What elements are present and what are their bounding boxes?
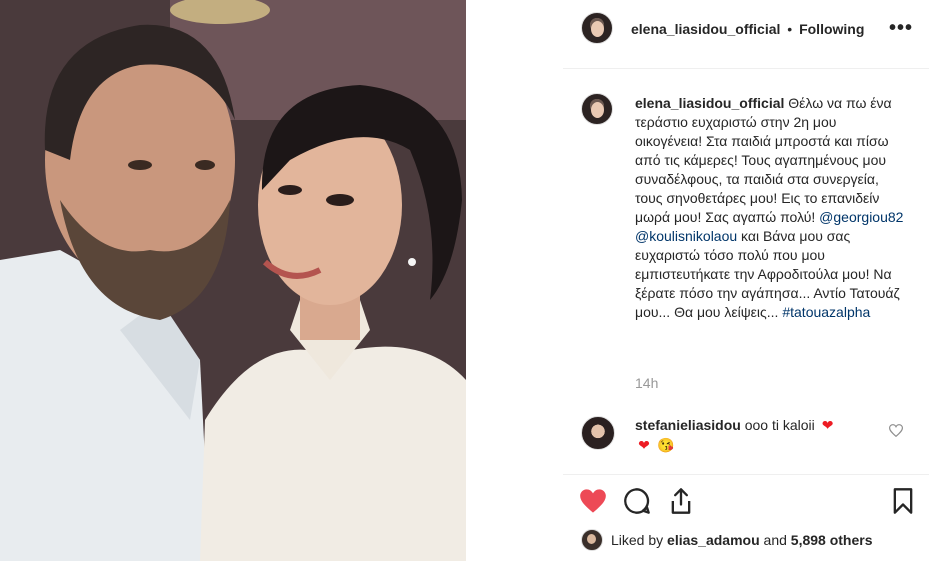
- caption-avatar[interactable]: [581, 93, 613, 125]
- author-avatar[interactable]: [581, 12, 613, 44]
- caption: elena_liasidou_official Θέλω να πω ένα τ…: [635, 94, 905, 322]
- heart-filled-icon[interactable]: [579, 487, 607, 515]
- bookmark-icon[interactable]: [889, 487, 917, 515]
- separator-dot: •: [787, 21, 793, 37]
- header-text: elena_liasidou_official • Following: [631, 21, 864, 37]
- mention-georgiou82[interactable]: @georgiou82: [819, 209, 903, 225]
- comment: stefanieliasidou οοο ti kaloii ❤ ❤ 😘: [635, 415, 875, 455]
- liked-by-prefix: Liked by: [611, 532, 664, 548]
- action-bar: Liked by elias_adamou and 5,898 others: [563, 474, 929, 562]
- post-header: elena_liasidou_official • Following •••: [563, 0, 929, 69]
- caption-username[interactable]: elena_liasidou_official: [635, 95, 784, 111]
- share-icon[interactable]: [667, 487, 695, 515]
- comment-like-heart-icon[interactable]: [889, 424, 903, 437]
- red-heart-emoji-2: ❤: [638, 437, 650, 453]
- liker-avatar[interactable]: [581, 529, 603, 551]
- comment-icon[interactable]: [623, 487, 651, 515]
- couple-photo-illustration: [0, 0, 466, 561]
- post-sidebar: elena_liasidou_official • Following ••• …: [563, 0, 929, 561]
- commenter-username[interactable]: stefanieliasidou: [635, 417, 741, 433]
- mention-koulisnikolaou[interactable]: @koulisnikolaou: [635, 228, 737, 244]
- kiss-emoji: 😘: [657, 437, 675, 453]
- post-photo[interactable]: [0, 0, 466, 561]
- caption-text: Θέλω να πω ένα τεράστιο ευχαριστώ στην 2…: [635, 95, 892, 225]
- hashtag-link[interactable]: #tatouazalpha: [782, 304, 870, 320]
- more-options-icon[interactable]: •••: [889, 18, 913, 38]
- comment-text: οοο ti kaloii: [744, 417, 815, 433]
- post-timestamp[interactable]: 14h: [635, 375, 658, 391]
- likes-count[interactable]: 5,898 others: [791, 532, 873, 548]
- red-heart-emoji: ❤: [821, 417, 834, 433]
- likes-and: and: [763, 532, 787, 548]
- likes-summary: Liked by elias_adamou and 5,898 others: [581, 529, 873, 551]
- following-button[interactable]: Following: [799, 21, 864, 37]
- author-username[interactable]: elena_liasidou_official: [631, 21, 780, 37]
- liker-username[interactable]: elias_adamou: [667, 532, 760, 548]
- comments-section: elena_liasidou_official Θέλω να πω ένα τ…: [563, 69, 929, 474]
- commenter-avatar[interactable]: [581, 416, 615, 450]
